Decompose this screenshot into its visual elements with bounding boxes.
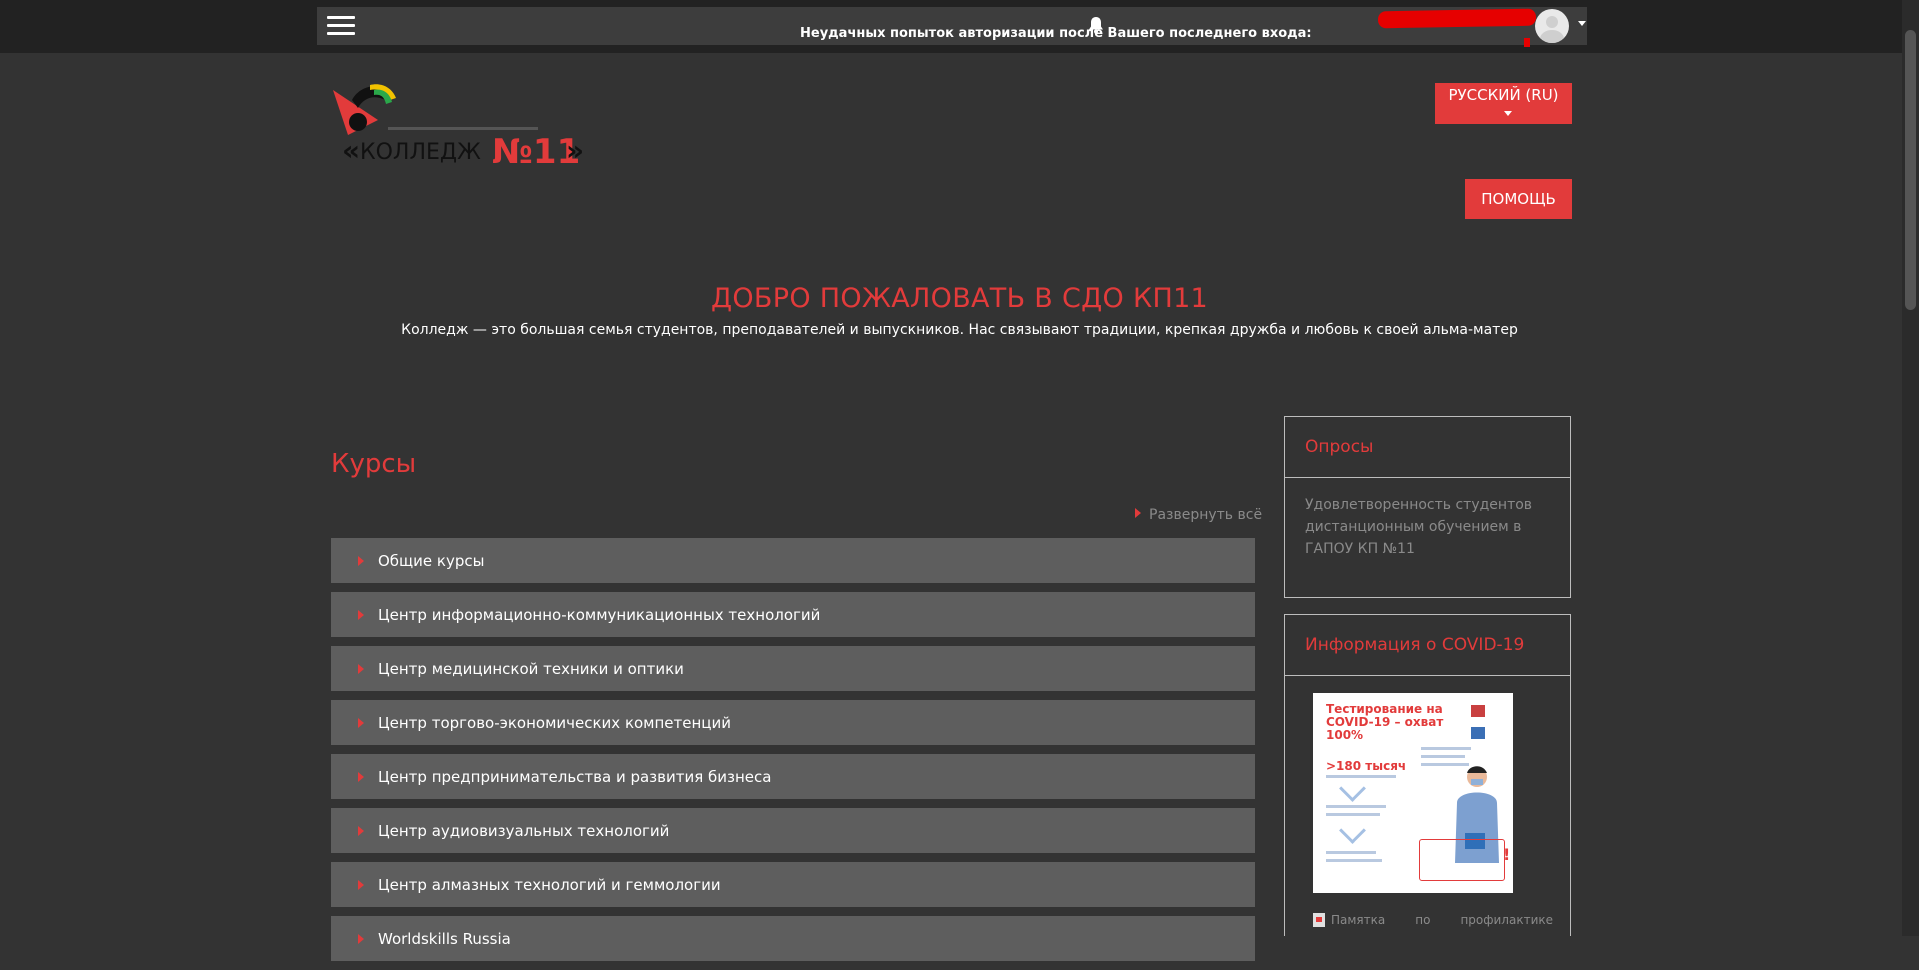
scrollbar-thumb[interactable] <box>1905 30 1916 310</box>
caret-right-icon <box>358 717 364 728</box>
surveys-block: Опросы Удовлетворенность студентов диста… <box>1284 416 1571 598</box>
covid-testing-poster[interactable]: Тестирование на COVID-19 – охват 100% >1… <box>1313 693 1513 893</box>
course-category[interactable]: Центр торгово-экономических компетенций <box>331 700 1255 745</box>
failed-login-message: Неудачных попыток авторизации после Ваше… <box>800 26 1312 41</box>
top-navbar: Неудачных попыток авторизации после Ваше… <box>0 0 1919 53</box>
course-category[interactable]: Центр информационно-коммуникационных тех… <box>331 592 1255 637</box>
caret-right-icon <box>358 609 364 620</box>
help-button[interactable]: ПОМОЩЬ <box>1465 179 1572 219</box>
caret-right-icon <box>358 663 364 674</box>
poster-title: Тестирование на COVID-19 – охват 100% <box>1326 702 1444 742</box>
course-category[interactable]: Worldskills Russia <box>331 916 1255 961</box>
language-menu-button[interactable]: РУССКИЙ (RU) <box>1435 83 1572 124</box>
covid-block-title: Информация о COVID-19 <box>1285 615 1570 676</box>
course-category[interactable]: Центр аудиовизуальных технологий <box>331 808 1255 853</box>
caret-right-icon <box>1135 508 1141 518</box>
caret-right-icon <box>358 771 364 782</box>
svg-text:КОЛЛЕДЖ: КОЛЛЕДЖ <box>360 140 481 165</box>
svg-text:»: » <box>566 134 584 167</box>
pdf-file-icon <box>1313 913 1325 927</box>
department-logo-icon <box>1471 727 1485 739</box>
redacted-count <box>1524 38 1530 47</box>
exclamation-icon: ! <box>1503 845 1511 864</box>
survey-link[interactable]: Удовлетворенность студентов дистанционны… <box>1285 478 1570 576</box>
covid-info-block: Информация о COVID-19 Тестирование на CO… <box>1284 614 1571 936</box>
course-category[interactable]: Общие курсы <box>331 538 1255 583</box>
caret-right-icon <box>358 825 364 836</box>
caret-right-icon <box>358 933 364 944</box>
course-category[interactable]: Центр предпринимательства и развития биз… <box>331 754 1255 799</box>
courses-heading: Курсы <box>331 449 417 479</box>
expand-all-link[interactable]: Развернуть всё <box>1135 507 1262 523</box>
user-avatar[interactable] <box>1535 9 1569 43</box>
warning-box <box>1419 839 1505 881</box>
user-menu-caret-icon[interactable] <box>1578 21 1586 26</box>
welcome-subtitle: Колледж — это большая семья студентов, п… <box>401 322 1518 338</box>
poster-stat: >180 тысяч <box>1326 759 1407 773</box>
chevron-down-icon <box>1339 817 1366 844</box>
college-logo[interactable]: « КОЛЛЕДЖ №11 » <box>330 80 585 176</box>
caret-right-icon <box>358 555 364 566</box>
moscow-logo-icon <box>1471 705 1485 717</box>
welcome-title: ДОБРО ПОЖАЛОВАТЬ В СДО КП11 <box>710 283 1209 314</box>
svg-text:«: « <box>342 134 360 167</box>
prevention-memo-link[interactable]: Памятка по профилактике <box>1313 913 1553 927</box>
course-category[interactable]: Центр алмазных технологий и геммологии <box>331 862 1255 907</box>
redacted-username <box>1377 8 1537 29</box>
caret-right-icon <box>358 879 364 890</box>
course-category-list: Общие курсы Центр информационно-коммуник… <box>331 538 1255 970</box>
chevron-down-icon <box>1503 110 1512 116</box>
chevron-down-icon <box>1339 775 1366 802</box>
menu-toggle-icon[interactable] <box>327 15 355 37</box>
course-category[interactable]: Центр медицинской техники и оптики <box>331 646 1255 691</box>
surveys-block-title: Опросы <box>1285 417 1570 478</box>
